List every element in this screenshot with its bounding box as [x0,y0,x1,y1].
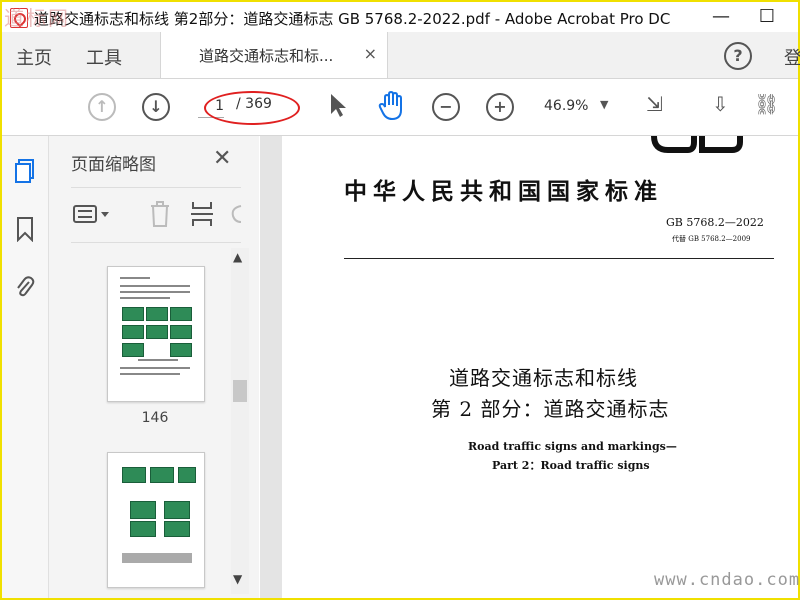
zoom-level-field[interactable]: 46.9% [544,98,588,114]
rotate-page-icon[interactable] [229,202,243,226]
thumbnail-options-icon[interactable] [73,204,113,224]
thumbnail-page-147[interactable] [107,452,205,588]
scroll-down-icon[interactable]: ▼ [233,572,242,586]
zoom-in-icon[interactable]: + [486,93,514,121]
crop-page-icon[interactable] [189,200,215,228]
document-tab-label: 道路交通标志和标... [199,47,334,65]
tab-bar: 主页 工具 道路交通标志和标... × ? 登 [2,32,800,79]
maximize-button[interactable]: ☐ [750,6,784,28]
document-title: 道路交通标志和标线 [449,366,638,390]
annotation-oval [204,91,300,125]
site-watermark: 道标网 [4,6,70,30]
close-tab-button[interactable]: × [364,44,377,63]
thumbnails-panel: 页面缩略图 ✕ 146 ▲ ▼ [49,136,259,598]
gb-logo [651,136,743,153]
thumbnail-page-146[interactable] [107,266,205,402]
link-icon[interactable]: ⛓ [754,92,779,116]
select-pointer-icon[interactable] [328,93,348,119]
login-link[interactable]: 登 [784,44,800,70]
header-rule [344,258,774,259]
panel-divider [71,187,241,188]
thumbnail-page-label: 146 [141,410,169,426]
close-panel-button[interactable]: ✕ [213,146,231,171]
attachment-icon[interactable] [14,274,36,300]
main-toolbar: ↑ ↓ 1 / 369 − + 46.9% ▼ ⇲ ⇩ ⛓ [2,79,798,136]
navigation-rail [2,136,49,598]
bookmark-icon[interactable] [14,216,36,242]
delete-page-icon[interactable] [147,200,173,228]
scroll-up-icon[interactable]: ▲ [233,250,242,264]
panel-divider [71,242,241,243]
panel-toolbar [49,192,259,236]
scroll-mode-icon[interactable]: ⇩ [712,92,729,116]
minimize-button[interactable]: — [704,6,738,28]
zoom-dropdown-icon[interactable]: ▼ [600,98,608,111]
scrollbar-thumb[interactable] [233,380,247,402]
window-title: 道路交通标志和标线 第2部分：道路交通标志 GB 5768.2-2022.pdf… [34,10,671,28]
zoom-out-icon[interactable]: − [432,93,460,121]
standard-heading: 中华人民共和国国家标准 [344,178,663,205]
english-subtitle: Part 2：Road traffic signs [492,459,650,472]
standard-replaces: 代替 GB 5768.2—2009 [672,235,751,243]
title-bar: 道路交通标志和标线 第2部分：道路交通标志 GB 5768.2-2022.pdf… [2,2,798,32]
english-title: Road traffic signs and markings— [468,440,677,453]
hand-tool-icon[interactable] [376,91,406,121]
tab-document[interactable]: 道路交通标志和标... × [160,32,388,78]
standard-number: GB 5768.2—2022 [666,216,764,229]
panel-title: 页面缩略图 [71,155,156,175]
thumbnail-scrollbar[interactable] [231,248,249,594]
help-icon[interactable]: ? [724,42,752,70]
tab-home[interactable]: 主页 [16,44,52,70]
page-thumbnails-icon[interactable] [14,158,36,184]
previous-page-icon[interactable]: ↑ [88,93,116,121]
tab-tools[interactable]: 工具 [86,44,122,70]
next-page-icon[interactable]: ↓ [142,93,170,121]
document-subtitle: 第 2 部分：道路交通标志 [431,397,670,421]
site-url-watermark: www.cndao.com [654,570,800,590]
page-fit-icon[interactable]: ⇲ [646,92,663,116]
